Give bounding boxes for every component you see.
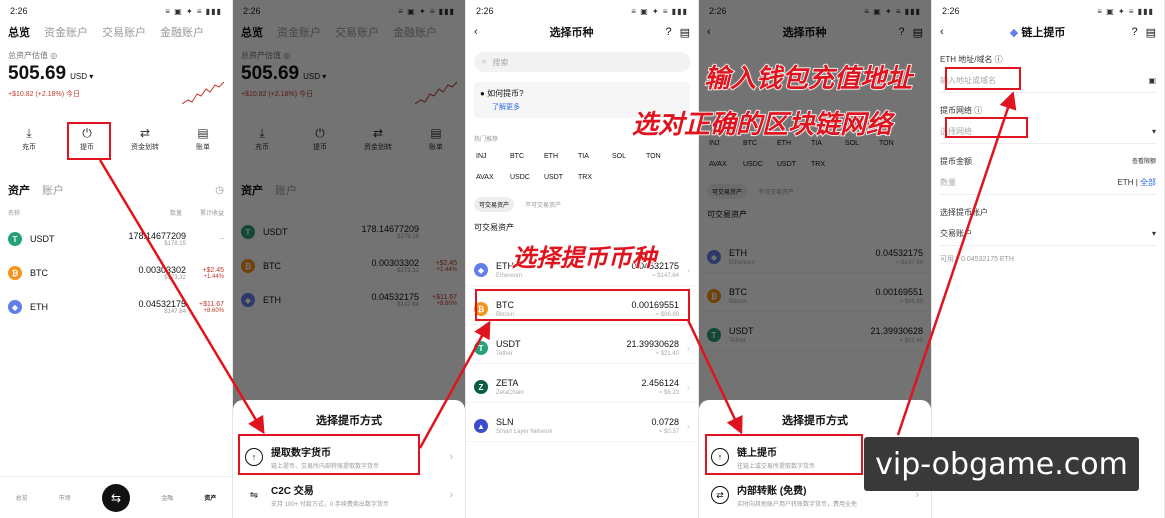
callout-enter-address: 输入钱包充值地址: [703, 63, 913, 95]
callout-select-network: 选对正确的区块链网络: [631, 109, 893, 141]
callout-select-coin: 选择提币币种: [511, 243, 657, 273]
watermark: vip-obgame.com: [864, 437, 1139, 491]
